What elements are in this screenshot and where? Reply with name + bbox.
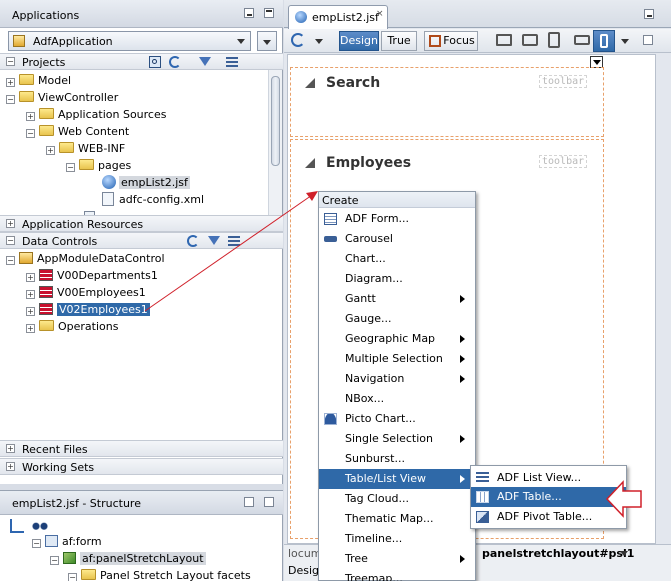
table-list-submenu: ADF List View... ADF Table... ADF Pivot … <box>470 465 627 529</box>
submenu-arrow-icon <box>460 375 465 383</box>
create-menu-header: Create <box>319 192 475 208</box>
create-menu: Create ADF Form... Carousel Chart... Dia… <box>318 191 476 581</box>
menu-item-picto-chart[interactable]: Picto Chart... <box>319 409 475 429</box>
submenu-item-list-view[interactable]: ADF List View... <box>471 468 626 488</box>
menu-item-tag-cloud[interactable]: Tag Cloud... <box>319 489 475 509</box>
submenu-arrow-icon <box>460 335 465 343</box>
list-icon <box>476 472 489 484</box>
menu-item-nbox[interactable]: NBox... <box>319 389 475 409</box>
menu-item-gantt[interactable]: Gantt <box>319 289 475 309</box>
pointer-arrow-icon <box>605 480 642 518</box>
menu-item-geographic-map[interactable]: Geographic Map <box>319 329 475 349</box>
menu-item-carousel[interactable]: Carousel <box>319 229 475 249</box>
menu-item-tree[interactable]: Tree <box>319 549 475 569</box>
menu-item-table-list-view[interactable]: Table/List View <box>319 469 475 489</box>
submenu-item-pivot-table[interactable]: ADF Pivot Table... <box>471 507 626 527</box>
submenu-item-adf-table[interactable]: ADF Table... <box>471 487 626 507</box>
submenu-arrow-icon <box>460 295 465 303</box>
menu-item-navigation[interactable]: Navigation <box>319 369 475 389</box>
submenu-arrow-icon <box>460 435 465 443</box>
drag-arrow-line <box>144 192 316 312</box>
menu-item-treemap[interactable]: Treemap... <box>319 569 475 581</box>
menu-item-multiple-selection[interactable]: Multiple Selection <box>319 349 475 369</box>
pivot-icon <box>476 511 489 523</box>
person-icon <box>324 413 337 425</box>
menu-item-timeline[interactable]: Timeline... <box>319 529 475 549</box>
submenu-arrow-icon <box>460 475 465 483</box>
menu-item-adf-form[interactable]: ADF Form... <box>319 209 475 229</box>
form-icon <box>324 213 337 225</box>
menu-item-sunburst[interactable]: Sunburst... <box>319 449 475 469</box>
menu-item-single-selection[interactable]: Single Selection <box>319 429 475 449</box>
menu-item-chart[interactable]: Chart... <box>319 249 475 269</box>
carousel-icon <box>324 236 337 242</box>
table-icon <box>476 491 489 503</box>
submenu-arrow-icon <box>460 355 465 363</box>
drag-arrow-head <box>306 191 318 201</box>
menu-item-thematic-map[interactable]: Thematic Map... <box>319 509 475 529</box>
submenu-arrow-icon <box>460 555 465 563</box>
menu-item-gauge[interactable]: Gauge... <box>319 309 475 329</box>
menu-item-diagram[interactable]: Diagram... <box>319 269 475 289</box>
